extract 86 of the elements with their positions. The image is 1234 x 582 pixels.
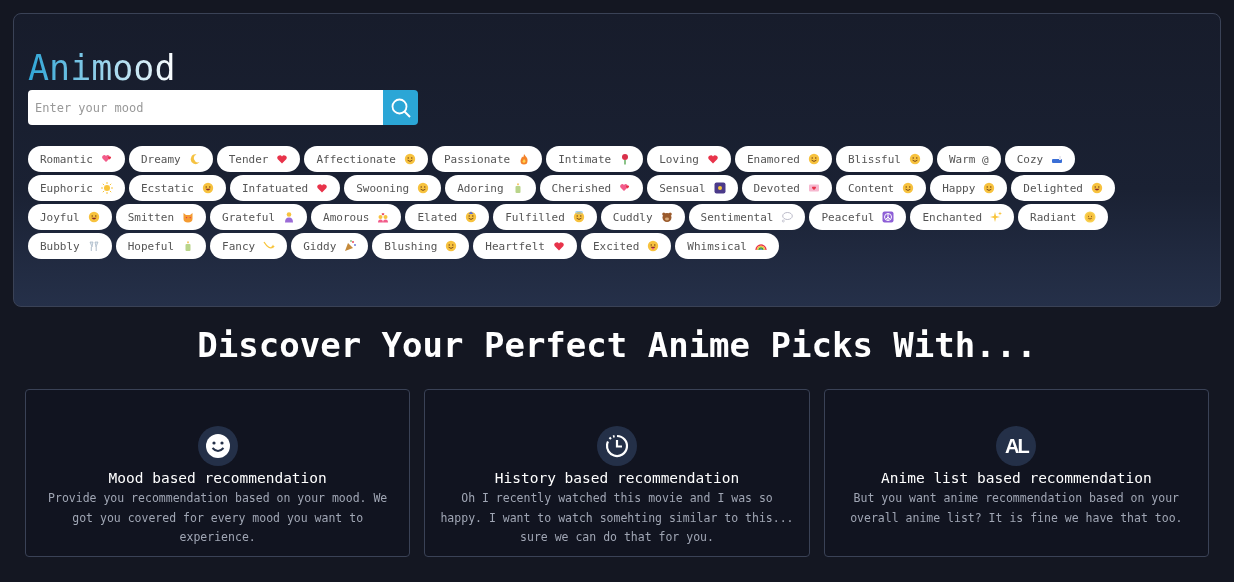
mood-chip[interactable]: Sentimental <box>688 204 806 230</box>
bear-icon <box>660 211 673 223</box>
mood-chip[interactable]: Grateful <box>210 204 308 230</box>
section-heading: Discover Your Perfect Anime Picks With... <box>196 325 1038 365</box>
heart-icon <box>552 240 565 252</box>
mood-chip[interactable]: Enamored <box>734 146 832 172</box>
mood-chip[interactable]: Affectionate <box>304 146 428 172</box>
mood-chip[interactable]: Smitten <box>115 204 207 230</box>
smiley-icon <box>417 182 430 194</box>
mood-chip[interactable]: Giddy <box>291 233 369 259</box>
mood-chip[interactable]: Devoted <box>741 175 832 201</box>
mood-chip[interactable]: Hopeful <box>115 233 207 259</box>
mood-chip[interactable]: Happy <box>930 175 1008 201</box>
sparkles-icon <box>990 211 1002 223</box>
mood-chip[interactable]: Tender <box>216 146 301 172</box>
glasses-icon <box>87 240 100 252</box>
smiley-icon <box>647 240 660 252</box>
feature-description: Provide you recommendation based on your mood. We got you covered for every mood you want to experience. <box>47 490 389 546</box>
couple-icon <box>377 211 390 223</box>
mood-chip[interactable]: Passionate <box>431 146 543 172</box>
feature-title: History based recommendation <box>494 470 740 486</box>
mood-chip[interactable]: Adoring <box>445 175 536 201</box>
smiley-icon <box>983 182 996 194</box>
person-icon <box>283 211 296 223</box>
feature-description: Oh I recently watched this movie and I was so happy. I want to watch somehting similar to this... sure we can do that for you. <box>439 490 795 546</box>
mood-chip[interactable]: Infatuated <box>229 175 341 201</box>
mood-chip[interactable]: Fancy <box>210 233 288 259</box>
smiley-icon <box>87 211 100 223</box>
party-popper-icon <box>344 240 357 252</box>
thought-bubble-icon <box>781 211 794 223</box>
heart-icon <box>316 182 329 194</box>
mood-chip[interactable]: Romantic <box>28 146 125 172</box>
heart-icon <box>706 153 719 165</box>
smiley-icon <box>201 182 214 194</box>
mood-chip[interactable]: Excited <box>580 233 672 259</box>
mood-chip[interactable]: Sensual <box>647 175 738 201</box>
clock-icon <box>597 426 637 466</box>
search-button[interactable] <box>383 90 418 125</box>
mood-search-field[interactable]: Enter your mood <box>28 90 383 125</box>
party-face-icon <box>465 211 478 223</box>
smiley-icon <box>902 182 915 194</box>
heart-icon <box>276 153 289 165</box>
mood-chip[interactable]: Whimsical <box>675 233 779 259</box>
mood-chip[interactable]: Blissful <box>835 146 933 172</box>
mood-chip[interactable]: Cozy <box>1004 146 1076 172</box>
smiley-icon <box>1090 182 1103 194</box>
mood-chip[interactable]: Content <box>835 175 927 201</box>
mood-chip[interactable]: Joyful <box>28 204 112 230</box>
envelope-icon <box>807 182 820 194</box>
cat-icon <box>182 211 195 223</box>
mood-chip[interactable]: Blushing <box>372 233 470 259</box>
mood-chip[interactable]: Cuddly <box>600 204 685 230</box>
mood-chip[interactable]: Fulfilled <box>493 204 597 230</box>
feature-title: Mood based recommendation <box>108 470 327 486</box>
mood-chip[interactable]: Peaceful <box>809 204 907 230</box>
mood-chip[interactable]: Cherished <box>539 175 644 201</box>
sun-icon <box>101 182 113 194</box>
mood-chip[interactable]: Intimate <box>546 146 644 172</box>
mood-chip[interactable]: Enchanted <box>910 204 1014 230</box>
mood-chip[interactable]: Elated <box>405 204 490 230</box>
search-icon <box>389 96 412 119</box>
smiley-icon <box>403 153 416 165</box>
feature-title: Anime list based recommendation <box>881 470 1152 486</box>
hearts-icon <box>619 182 632 194</box>
halo-face-icon <box>572 211 585 223</box>
mood-chip[interactable]: Bubbly <box>28 233 112 259</box>
mood-chip[interactable]: Delighted <box>1011 175 1115 201</box>
sun-face-icon <box>1084 211 1097 223</box>
mood-chip[interactable]: Loving <box>647 146 731 172</box>
hearts-icon <box>101 153 113 165</box>
smiley-icon <box>445 240 458 252</box>
mood-chip[interactable]: Amorous <box>311 204 402 230</box>
smiley-icon <box>807 153 820 165</box>
peace-icon <box>882 211 895 223</box>
moon-icon <box>188 153 201 165</box>
mood-chip[interactable]: Warm @ <box>936 146 1001 172</box>
feature-description: But you want anime recommendation based on your overall anime list? It is fine we have that too. <box>849 490 1184 527</box>
mood-chip[interactable]: Swooning <box>344 175 442 201</box>
mood-chip[interactable]: Heartfelt <box>473 233 577 259</box>
mood-chip[interactable]: Euphoric <box>28 175 125 201</box>
smiley-icon <box>197 426 238 466</box>
smiley-icon <box>908 153 921 165</box>
mood-chip[interactable]: Radiant <box>1018 204 1109 230</box>
mood-chip[interactable]: Ecstatic <box>129 175 226 201</box>
mood-chip[interactable]: Dreamy <box>129 146 213 172</box>
list-logo-icon: AL <box>996 426 1037 466</box>
